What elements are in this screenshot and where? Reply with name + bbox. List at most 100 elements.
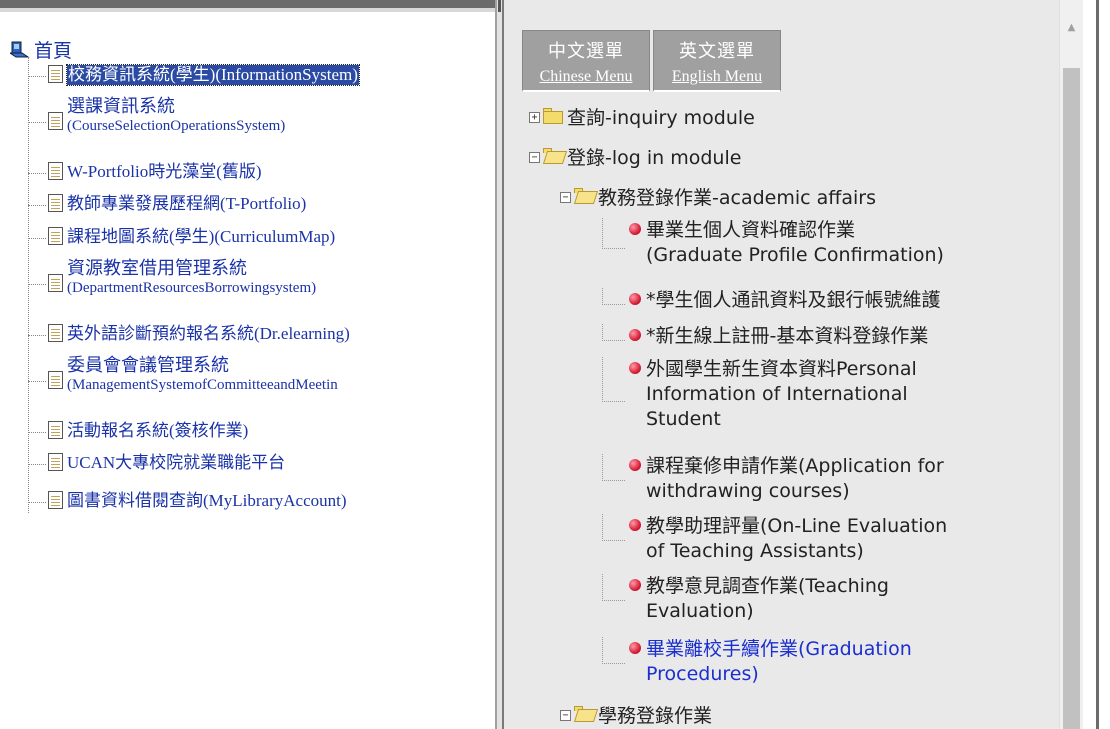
- tree-item-label[interactable]: 圖書資料借閱查詢(MyLibraryAccount): [67, 491, 347, 511]
- frame-top-border-light: [0, 8, 495, 12]
- bullet-icon: [629, 329, 641, 341]
- tab-sublabel: Chinese Menu: [539, 68, 633, 85]
- tab-chinese-menu[interactable]: 中文選單 Chinese Menu: [522, 30, 650, 92]
- leaf-label[interactable]: 畢業生個人資料確認作業: [646, 218, 944, 243]
- leaf-new-student-registration[interactable]: *新生線上註冊-基本資料登錄作業: [602, 324, 928, 349]
- bullet-icon: [629, 519, 641, 531]
- leaf-teaching-evaluation[interactable]: 教學意見調查作業(Teaching Evaluation): [602, 574, 889, 624]
- tree-item-label[interactable]: 課程地圖系統(學生)(CurriculumMap): [67, 227, 335, 247]
- tree-item-resources-borrowing[interactable]: 資源教室借用管理系統 (DepartmentResourcesBorrowing…: [28, 258, 316, 298]
- leaf-label[interactable]: Student: [646, 407, 917, 432]
- tab-label: 中文選單: [548, 41, 624, 61]
- page-icon: [48, 371, 63, 389]
- tree-item-activity-registration[interactable]: 活動報名系統(簽核作業): [28, 421, 248, 441]
- left-frame: 首頁 校務資訊系統(學生)(InformationSystem) 選課資訊系統 …: [0, 0, 495, 729]
- leaf-ta-evaluation[interactable]: 教學助理評量(On-Line Evaluation of Teaching As…: [602, 514, 947, 564]
- page-icon: [48, 162, 63, 180]
- collapse-minus-icon[interactable]: −: [560, 192, 571, 203]
- leaf-international-student[interactable]: 外國學生新生資本資料Personal Information of Intern…: [602, 357, 917, 432]
- tree-item-information-system[interactable]: 校務資訊系統(學生)(InformationSystem): [28, 64, 360, 86]
- tree-item-ucan[interactable]: UCAN大專校院就業職能平台: [28, 453, 285, 473]
- page-icon: [48, 65, 63, 83]
- bullet-icon: [629, 642, 641, 654]
- tree-item-course-selection[interactable]: 選課資訊系統 (CourseSelectionOperationsSystem): [28, 96, 285, 136]
- node-label[interactable]: 學務登錄作業: [598, 704, 712, 729]
- frame-splitter[interactable]: [495, 0, 504, 729]
- leaf-contact-bank-info[interactable]: *學生個人通訊資料及銀行帳號維護: [602, 288, 941, 313]
- leaf-label[interactable]: 教學意見調查作業(Teaching: [646, 574, 889, 599]
- tree-item-w-portfolio[interactable]: W-Portfolio時光藻堂(舊版): [28, 162, 262, 182]
- bullet-icon: [629, 459, 641, 471]
- page-icon: [48, 112, 63, 130]
- folder-open-icon: [573, 187, 599, 204]
- bullet-icon: [629, 293, 641, 305]
- tree-item-label[interactable]: 教師專業發展歷程網(T-Portfolio): [67, 194, 306, 214]
- tree-item-sublabel[interactable]: (CourseSelectionOperationsSystem): [67, 116, 285, 136]
- folder-open-icon: [573, 705, 599, 722]
- page-icon: [48, 453, 63, 471]
- bullet-icon: [629, 579, 641, 591]
- page-icon: [48, 227, 63, 245]
- leaf-label[interactable]: 課程棄修申請作業(Application for: [646, 454, 944, 479]
- folder-closed-icon: [542, 107, 564, 124]
- page-icon: [48, 421, 63, 439]
- menu-tabs: 中文選單 Chinese Menu 英文選單 English Menu: [522, 30, 781, 92]
- collapse-minus-icon[interactable]: −: [529, 152, 540, 163]
- tree-item-label[interactable]: 委員會會議管理系統: [67, 355, 338, 375]
- tree-item-label[interactable]: W-Portfolio時光藻堂(舊版): [67, 162, 262, 182]
- right-edge: [1083, 0, 1110, 729]
- tree-item-label[interactable]: UCAN大專校院就業職能平台: [67, 453, 285, 473]
- page-icon: [48, 274, 63, 292]
- leaf-label[interactable]: Procedures): [646, 662, 912, 687]
- bullet-icon: [629, 362, 641, 374]
- node-label[interactable]: 查詢-inquiry module: [567, 106, 755, 131]
- tab-label: 英文選單: [679, 41, 755, 61]
- leaf-label[interactable]: 畢業離校手續作業(Graduation: [646, 637, 912, 662]
- tree-node-login[interactable]: − 登錄-log in module: [529, 146, 741, 171]
- tree-item-sublabel[interactable]: (DepartmentResourcesBorrowingsystem): [67, 278, 316, 298]
- tree-root-home[interactable]: 首頁: [8, 36, 72, 63]
- scrollbar-thumb[interactable]: [1063, 68, 1080, 729]
- collapse-minus-icon[interactable]: −: [560, 710, 571, 721]
- page-icon: [48, 324, 63, 342]
- leaf-label[interactable]: *學生個人通訊資料及銀行帳號維護: [646, 288, 941, 313]
- tab-english-menu[interactable]: 英文選單 English Menu: [653, 30, 781, 92]
- tree-item-label[interactable]: 校務資訊系統(學生)(InformationSystem): [66, 64, 360, 86]
- leaf-label[interactable]: 教學助理評量(On-Line Evaluation: [646, 514, 947, 539]
- expand-plus-icon[interactable]: +: [529, 112, 540, 123]
- node-label[interactable]: 登錄-log in module: [567, 146, 741, 171]
- tree-item-sublabel[interactable]: (ManagementSystemofCommitteeandMeetin: [67, 375, 338, 395]
- frame-top-border: [0, 0, 495, 8]
- leaf-label[interactable]: withdrawing courses): [646, 479, 944, 504]
- tree-item-library-account[interactable]: 圖書資料借閱查詢(MyLibraryAccount): [28, 491, 347, 511]
- tree-item-label[interactable]: 資源教室借用管理系統: [67, 258, 316, 278]
- leaf-graduate-profile[interactable]: 畢業生個人資料確認作業 (Graduate Profile Confirmati…: [602, 218, 944, 268]
- leaf-label[interactable]: (Graduate Profile Confirmation): [646, 243, 944, 268]
- tree-node-academic-affairs[interactable]: − 教務登錄作業-academic affairs: [560, 186, 876, 211]
- tree-item-label[interactable]: 選課資訊系統: [67, 96, 285, 116]
- leaf-graduation-procedures[interactable]: 畢業離校手續作業(Graduation Procedures): [602, 637, 912, 687]
- vertical-scrollbar[interactable]: ▲: [1059, 0, 1083, 729]
- tree-item-committee-meeting[interactable]: 委員會會議管理系統 (ManagementSystemofCommitteean…: [28, 355, 338, 395]
- tree-node-inquiry[interactable]: + 查詢-inquiry module: [529, 106, 755, 131]
- leaf-label[interactable]: of Teaching Assistants): [646, 539, 947, 564]
- home-label[interactable]: 首頁: [34, 36, 72, 63]
- tree-item-t-portfolio[interactable]: 教師專業發展歷程網(T-Portfolio): [28, 194, 306, 214]
- leaf-label[interactable]: *新生線上註冊-基本資料登錄作業: [646, 324, 928, 349]
- folder-open-icon: [542, 147, 568, 164]
- leaf-label[interactable]: 外國學生新生資本資料Personal: [646, 357, 917, 382]
- page-icon: [48, 491, 63, 509]
- tree-item-label[interactable]: 活動報名系統(簽核作業): [67, 421, 248, 441]
- tree-item-label[interactable]: 英外語診斷預約報名系統(Dr.elearning): [67, 324, 350, 344]
- page-icon: [48, 194, 63, 212]
- leaf-label[interactable]: Evaluation): [646, 599, 889, 624]
- leaf-course-withdrawal[interactable]: 課程棄修申請作業(Application for withdrawing cou…: [602, 454, 944, 504]
- bullet-icon: [629, 223, 641, 235]
- node-label[interactable]: 教務登錄作業-academic affairs: [598, 186, 876, 211]
- scroll-up-arrow-icon[interactable]: ▲: [1060, 0, 1083, 68]
- leaf-label[interactable]: Information of International: [646, 382, 917, 407]
- tree-item-dr-elearning[interactable]: 英外語診斷預約報名系統(Dr.elearning): [28, 324, 350, 344]
- computer-icon: [8, 41, 30, 59]
- tree-item-curriculum-map[interactable]: 課程地圖系統(學生)(CurriculumMap): [28, 227, 335, 247]
- tree-node-student-affairs[interactable]: − 學務登錄作業: [560, 704, 712, 729]
